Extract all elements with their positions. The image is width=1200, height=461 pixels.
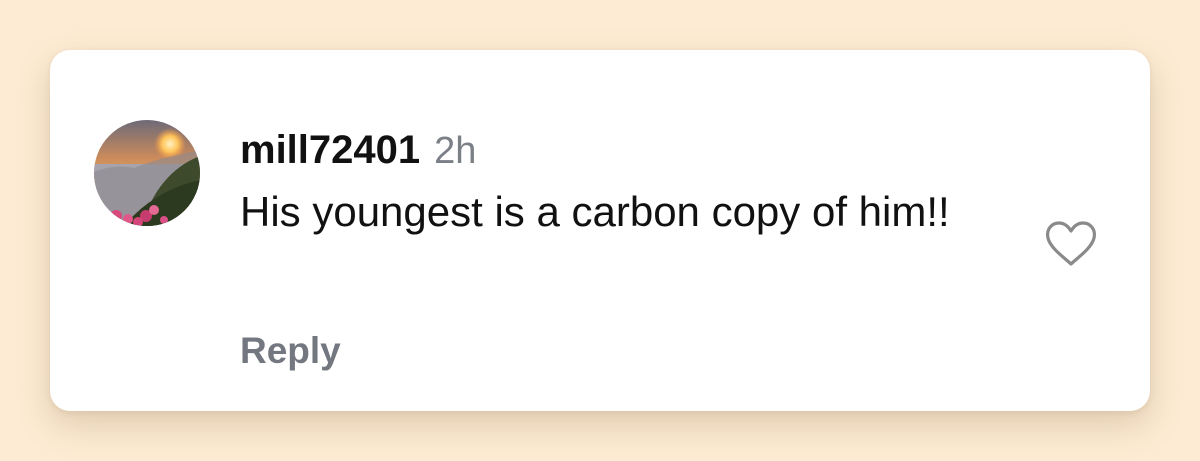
reply-button[interactable]: Reply [240,330,341,372]
timestamp: 2h [434,130,477,172]
comment-text: His youngest is a carbon copy of him!! [240,188,950,235]
comment-card: mill72401 2h His youngest is a carbon co… [50,50,1150,411]
heart-outline-icon[interactable] [1044,220,1098,268]
avatar[interactable] [94,120,200,226]
comment-header: mill72401 2h [240,128,476,176]
like-button-icon [1046,221,1096,266]
username[interactable]: mill72401 [240,128,420,173]
avatar-image [94,120,200,226]
